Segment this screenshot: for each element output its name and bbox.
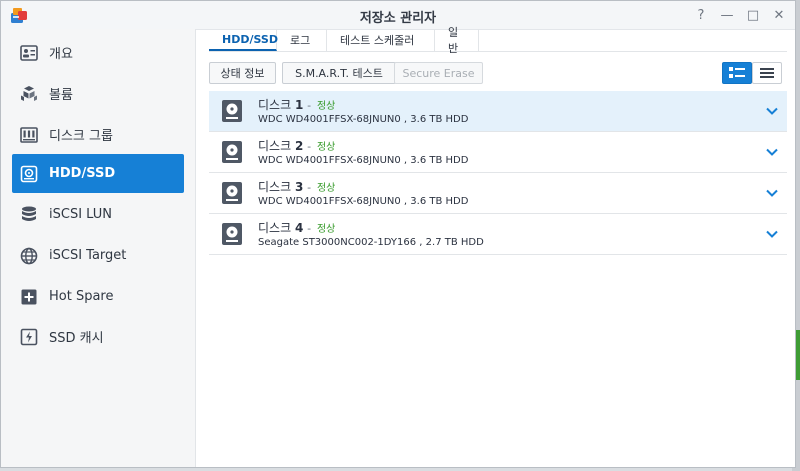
overview-icon [20, 44, 38, 62]
tab-test-scheduler[interactable]: 테스트 스케줄러 [327, 29, 435, 51]
status-info-button[interactable]: 상태 정보 [209, 62, 276, 84]
title-bar[interactable]: 저장소 관리자 ? — □ ✕ [1, 1, 795, 30]
tab-general[interactable]: 일반 [435, 26, 479, 55]
database-icon [20, 206, 38, 224]
disk-status: 정상 [316, 224, 336, 235]
sidebar-item-label: Hot Spare [49, 289, 114, 304]
list-view-button[interactable] [722, 62, 752, 84]
hard-disk-icon [222, 141, 242, 163]
sidebar-item-ssd-cache[interactable]: SSD 캐시 [12, 317, 184, 356]
chevron-down-icon[interactable] [765, 104, 779, 118]
sidebar: 개요 볼륨 디스크 그룹 HDD/SSD iSCSI LUN iSCSI Tar… [1, 29, 196, 467]
disk-name: 디스크 [258, 98, 292, 112]
tab-bar: HDD/SSD 로그 테스트 스케줄러 일반 [209, 26, 787, 55]
sidebar-item-hdd-ssd[interactable]: HDD/SSD [12, 154, 184, 193]
disk-number: 1 [294, 98, 304, 112]
chevron-down-icon[interactable] [765, 145, 779, 159]
sidebar-item-hot-spare[interactable]: Hot Spare [12, 277, 184, 316]
maximize-button[interactable]: □ [745, 6, 761, 24]
disk-model: WDC WD4001FFSX-68JNUN0 , 3.6 TB HDD [258, 196, 469, 207]
disk-number: 4 [294, 221, 304, 235]
sidebar-item-overview[interactable]: 개요 [12, 33, 184, 72]
chevron-down-icon[interactable] [765, 227, 779, 241]
volume-icon [20, 85, 38, 103]
disk-separator: - [307, 140, 312, 153]
menu-icon [760, 68, 774, 78]
disk-row[interactable]: 디스크 1 - 정상 WDC WD4001FFSX-68JNUN0 , 3.6 … [209, 91, 787, 132]
disk-name: 디스크 [258, 139, 292, 153]
sidebar-item-label: 볼륨 [49, 88, 73, 103]
sidebar-item-label: 개요 [49, 47, 73, 62]
ssd-cache-icon [20, 328, 38, 346]
sidebar-item-iscsi-target[interactable]: iSCSI Target [12, 236, 184, 275]
sidebar-item-label: HDD/SSD [49, 166, 116, 181]
smart-test-button[interactable]: S.M.A.R.T. 테스트 [282, 62, 396, 84]
tab-log[interactable]: 로그 [277, 29, 327, 51]
sidebar-item-iscsi-lun[interactable]: iSCSI LUN [12, 195, 184, 234]
disk-model: WDC WD4001FFSX-68JNUN0 , 3.6 TB HDD [258, 155, 469, 166]
globe-icon [20, 247, 38, 265]
disk-status: 정상 [316, 183, 336, 194]
disk-row[interactable]: 디스크 4 - 정상 Seagate ST3000NC002-1DY166 , … [209, 214, 787, 255]
storage-manager-window: 저장소 관리자 ? — □ ✕ 개요 볼륨 디스크 그룹 HDD/SSD iSC… [0, 0, 796, 468]
disk-status: 정상 [316, 142, 336, 153]
hard-disk-icon [222, 100, 242, 122]
sidebar-item-disk-group[interactable]: 디스크 그룹 [12, 115, 184, 154]
tab-hdd-ssd[interactable]: HDD/SSD [209, 29, 278, 51]
sidebar-item-label: SSD 캐시 [49, 331, 104, 346]
minimize-button[interactable]: — [719, 6, 735, 24]
sidebar-item-label: iSCSI Target [49, 248, 127, 263]
disk-model: Seagate ST3000NC002-1DY166 , 2.7 TB HDD [258, 237, 484, 248]
sidebar-item-label: iSCSI LUN [49, 207, 112, 222]
list-view-icon [729, 67, 745, 78]
disk-status: 정상 [316, 101, 336, 112]
secure-erase-button[interactable]: Secure Erase [394, 62, 483, 84]
hard-disk-icon [222, 182, 242, 204]
disk-separator: - [307, 222, 312, 235]
disk-row[interactable]: 디스크 2 - 정상 WDC WD4001FFSX-68JNUN0 , 3.6 … [209, 132, 787, 173]
disk-name: 디스크 [258, 180, 292, 194]
hdd-icon [20, 165, 38, 183]
window-title: 저장소 관리자 [359, 11, 437, 26]
hard-disk-icon [222, 223, 242, 245]
disk-number: 3 [294, 180, 304, 194]
sidebar-item-volume[interactable]: 볼륨 [12, 74, 184, 113]
desktop-accent [796, 330, 800, 380]
disk-separator: - [307, 181, 312, 194]
disk-number: 2 [294, 139, 304, 153]
sidebar-item-label: 디스크 그룹 [49, 129, 113, 144]
help-button[interactable]: ? [693, 6, 709, 24]
disk-separator: - [307, 99, 312, 112]
compact-view-button[interactable] [752, 62, 782, 84]
disk-row[interactable]: 디스크 3 - 정상 WDC WD4001FFSX-68JNUN0 , 3.6 … [209, 173, 787, 214]
hot-spare-icon [20, 288, 38, 306]
disk-group-icon [20, 126, 38, 144]
chevron-down-icon[interactable] [765, 186, 779, 200]
close-button[interactable]: ✕ [771, 6, 787, 24]
disk-model: WDC WD4001FFSX-68JNUN0 , 3.6 TB HDD [258, 114, 469, 125]
disk-name: 디스크 [258, 221, 292, 235]
